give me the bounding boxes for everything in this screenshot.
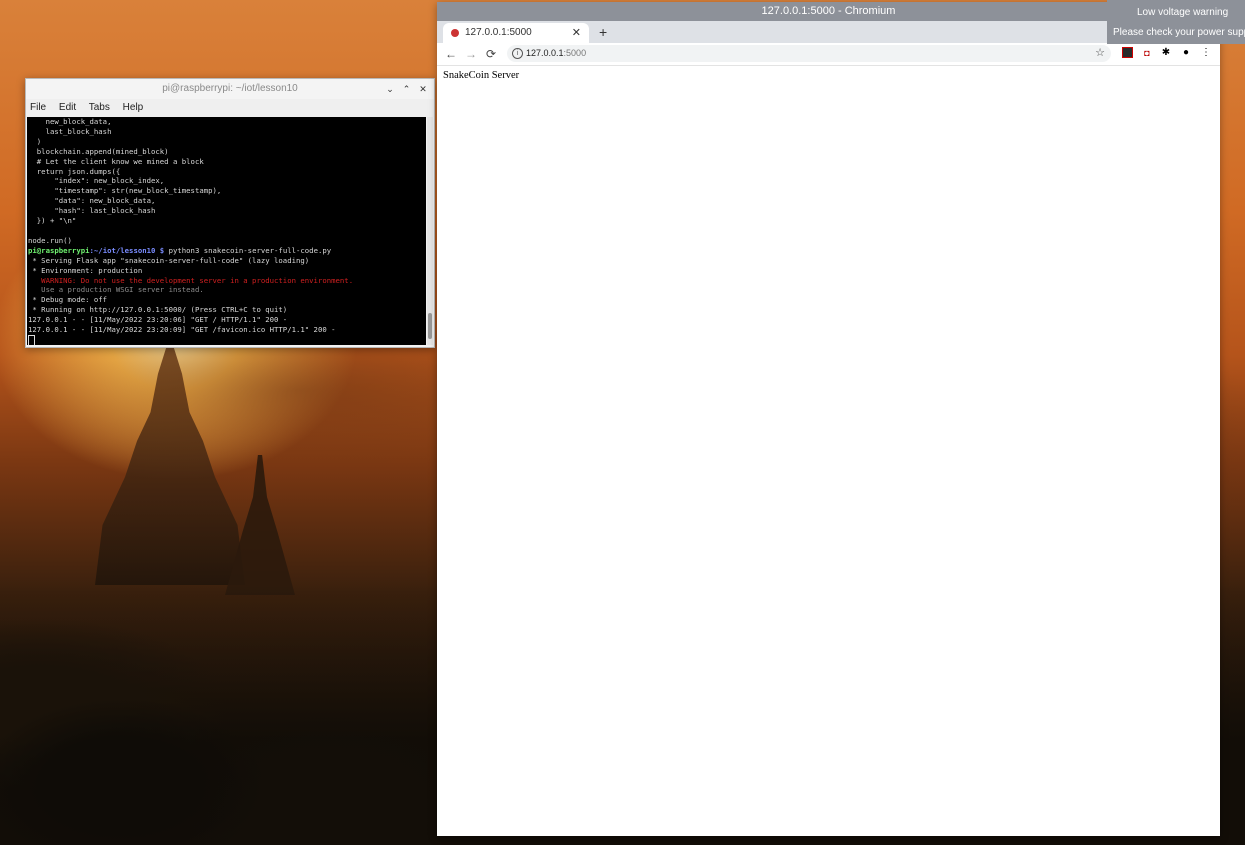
close-icon[interactable]: ✕: [416, 79, 430, 99]
terminal-cursor: [28, 334, 35, 345]
low-voltage-notification[interactable]: Low voltage warning Please check your po…: [1107, 0, 1245, 44]
puzzle-icon[interactable]: ✱: [1160, 47, 1172, 59]
prompt-path: :~/iot/lesson10 $: [89, 245, 165, 255]
bookmark-star-icon[interactable]: ☆: [1095, 45, 1105, 62]
extension-icon[interactable]: [1122, 47, 1133, 58]
terminal-line: node.run(): [28, 235, 72, 245]
kebab-menu-icon[interactable]: ⋮: [1200, 47, 1212, 59]
terminal-line: "data": new_block_data,: [28, 196, 156, 206]
terminal-line: ): [28, 136, 42, 146]
address-url[interactable]: 127.0.0.1:5000: [526, 45, 586, 62]
terminal-cursor-line: [28, 334, 426, 345]
prompt-command: python3 snakecoin-server-full-code.py: [164, 245, 332, 255]
browser-window[interactable]: 127.0.0.1:5000 - Chromium 127.0.0.1:5000…: [437, 2, 1220, 836]
terminal-line: * Debug mode: off: [28, 295, 108, 305]
terminal-titlebar[interactable]: pi@raspberrypi: ~/iot/lesson10 ⌄ ⌃ ✕: [26, 79, 434, 99]
forward-arrow-icon[interactable]: →: [463, 46, 479, 62]
terminal-title: pi@raspberrypi: ~/iot/lesson10: [162, 83, 298, 94]
new-tab-button[interactable]: +: [599, 22, 607, 42]
terminal-line: "hash": last_block_hash: [28, 206, 156, 216]
prompt-user: pi@raspberrypi: [28, 245, 90, 255]
terminal-line: "index": new_block_index,: [28, 176, 165, 186]
url-port: :5000: [563, 48, 587, 58]
tab-close-icon[interactable]: ✕: [572, 23, 581, 43]
terminal-line: * Serving Flask app "snakecoin-server-fu…: [28, 255, 310, 265]
terminal-line: * Running on http://127.0.0.1:5000/ (Pre…: [28, 305, 288, 315]
tab-strip: 127.0.0.1:5000 ✕ +: [437, 21, 1220, 43]
terminal-line: }) + "\n": [28, 216, 77, 226]
terminal-line: return json.dumps({: [28, 166, 121, 176]
back-arrow-icon[interactable]: ←: [443, 46, 459, 62]
terminal-line: * Environment: production: [28, 265, 143, 275]
terminal-line: 127.0.0.1 - - [11/May/2022 23:20:06] "GE…: [28, 315, 288, 325]
reload-icon[interactable]: ⟳: [483, 46, 499, 62]
minimize-icon[interactable]: ⌄: [383, 79, 397, 99]
browser-titlebar[interactable]: 127.0.0.1:5000 - Chromium: [437, 2, 1220, 21]
info-icon[interactable]: i: [512, 48, 523, 59]
address-bar[interactable]: i 127.0.0.1:5000 ☆: [507, 45, 1111, 62]
terminal-scroll-thumb[interactable]: [428, 313, 432, 339]
terminal-line: new_block_data,: [28, 117, 112, 126]
red-dot-icon: [451, 29, 459, 37]
url-host: 127.0.0.1: [526, 48, 564, 58]
terminal-line: last_block_hash: [28, 126, 112, 136]
terminal-window-controls: ⌄ ⌃ ✕: [383, 79, 430, 99]
terminal-scrollbar[interactable]: [427, 117, 433, 345]
menu-file[interactable]: File: [30, 102, 46, 113]
page-content: SnakeCoin Server: [437, 66, 1220, 836]
terminal-line: # Let the client know we mined a block: [28, 156, 204, 166]
terminal-line: WARNING: Do not use the development serv…: [28, 275, 354, 285]
browser-toolbar: ← → ⟳ i 127.0.0.1:5000 ☆ ◘ ✱ ● ⋮: [437, 43, 1220, 66]
maximize-icon[interactable]: ⌃: [399, 79, 413, 99]
terminal-output[interactable]: new_block_data, last_block_hash ) blockc…: [27, 117, 426, 345]
menu-help[interactable]: Help: [123, 102, 144, 113]
ublock-icon[interactable]: ◘: [1141, 47, 1153, 59]
terminal-line: "timestamp": str(new_block_timestamp),: [28, 186, 222, 196]
tab-active[interactable]: 127.0.0.1:5000 ✕: [443, 23, 589, 43]
terminal-prompt-line: pi@raspberrypi:~/iot/lesson10 $ python3 …: [28, 246, 426, 256]
notification-body: Please check your power supp: [1113, 27, 1245, 38]
tab-label: 127.0.0.1:5000: [465, 27, 532, 38]
menu-edit[interactable]: Edit: [59, 102, 76, 113]
terminal-line: Use a production WSGI server instead.: [28, 285, 204, 295]
menu-tabs[interactable]: Tabs: [89, 102, 110, 113]
notification-title: Low voltage warning: [1137, 7, 1229, 18]
profile-icon[interactable]: ●: [1180, 47, 1192, 59]
terminal-line: 127.0.0.1 - - [11/May/2022 23:20:09] "GE…: [28, 325, 336, 335]
terminal-menubar: File Edit Tabs Help: [26, 99, 434, 117]
terminal-line: blockchain.append(mined_block): [28, 146, 169, 156]
terminal-window[interactable]: pi@raspberrypi: ~/iot/lesson10 ⌄ ⌃ ✕ Fil…: [25, 78, 435, 348]
page-heading: SnakeCoin Server: [443, 70, 520, 81]
